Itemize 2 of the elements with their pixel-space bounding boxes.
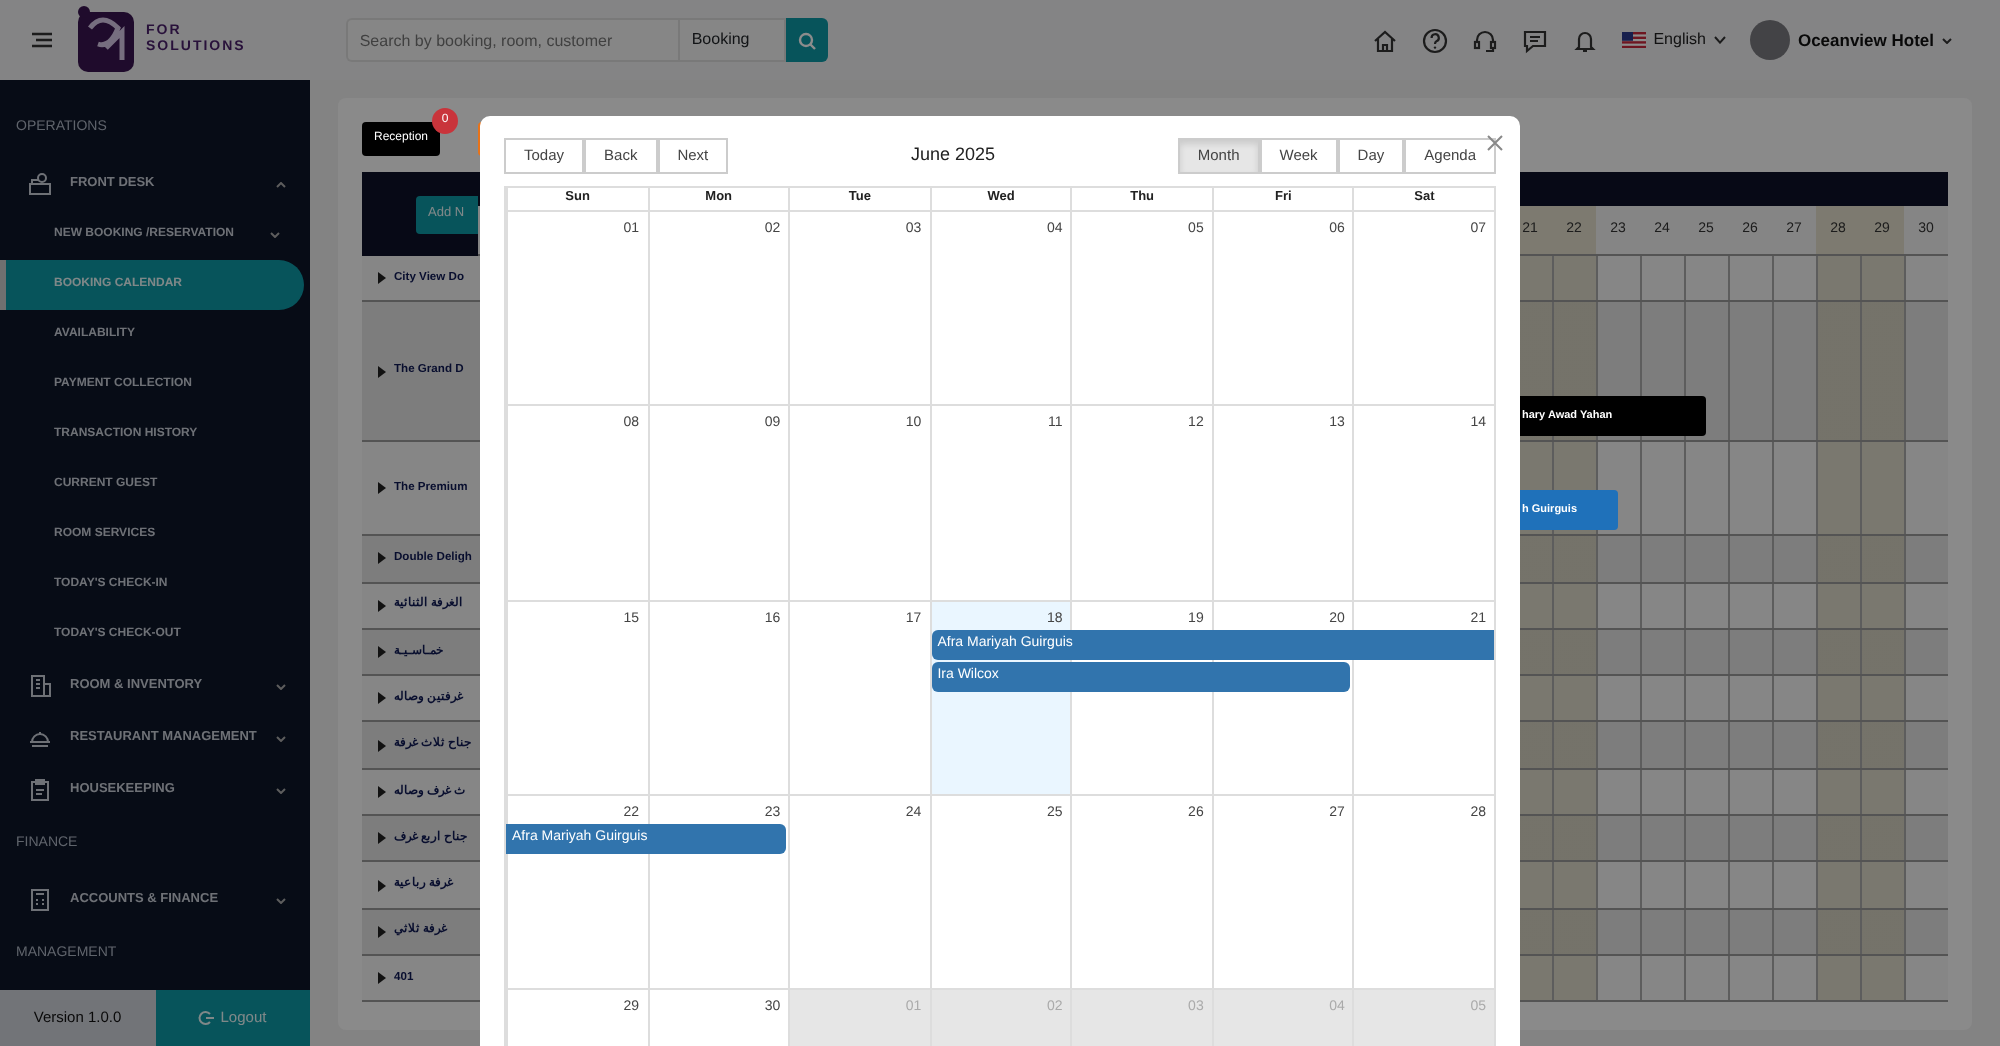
calendar-title: June 2025 [908,142,998,169]
language-label: English [1653,28,1706,52]
